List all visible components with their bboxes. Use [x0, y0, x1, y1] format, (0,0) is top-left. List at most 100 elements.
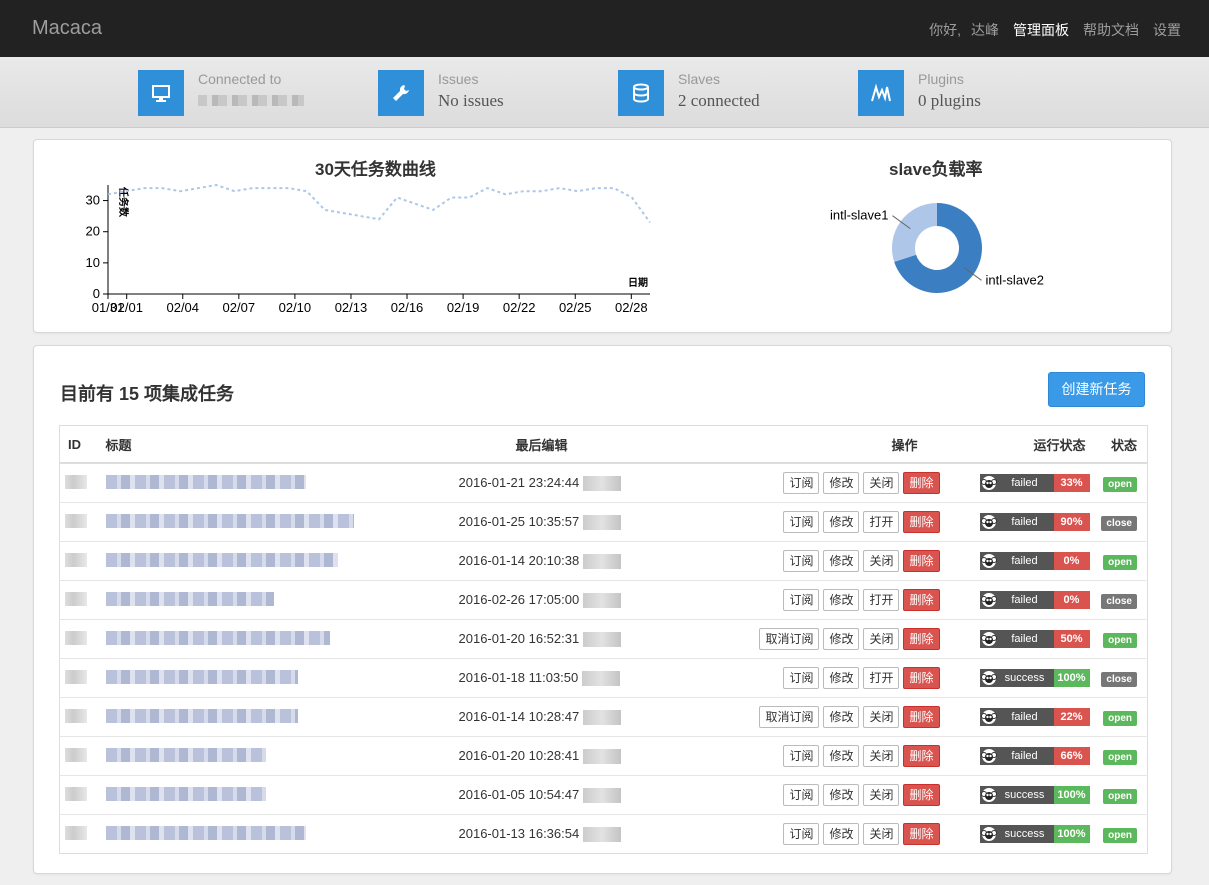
col-header-id[interactable]: ID: [59, 425, 102, 464]
task-actions: 订阅 修改 关闭 删除: [691, 814, 940, 854]
delete-button[interactable]: 删除: [903, 745, 940, 767]
delete-button[interactable]: 删除: [903, 667, 940, 689]
task-id: [59, 502, 102, 542]
nav-link-docs[interactable]: 帮助文档: [1083, 20, 1139, 40]
subscribe-button[interactable]: 取消订阅: [759, 706, 820, 728]
status-badge[interactable]: open: [1103, 476, 1137, 492]
task-title-link[interactable]: [101, 619, 402, 659]
status-badge[interactable]: close: [1101, 671, 1137, 687]
run-status-badge[interactable]: failed 66%: [979, 747, 1090, 765]
edit-button[interactable]: 修改: [823, 550, 860, 572]
col-header-status[interactable]: 状态: [1089, 425, 1148, 464]
delete-button[interactable]: 删除: [903, 550, 940, 572]
status-badge[interactable]: close: [1101, 515, 1137, 531]
table-row[interactable]: 2016-01-21 23:24:44 订阅 修改 关闭 删除 failed 33% open: [59, 462, 1148, 503]
brand-logo[interactable]: Macaca: [32, 17, 102, 40]
subscribe-button[interactable]: 订阅: [783, 472, 820, 494]
delete-button[interactable]: 删除: [903, 823, 940, 845]
task-status: open: [1089, 619, 1148, 659]
table-row[interactable]: 2016-01-05 10:54:47 订阅 修改 关闭 删除 success 100% op…: [59, 775, 1148, 815]
col-header-title[interactable]: 标题: [101, 425, 402, 464]
table-row[interactable]: 2016-02-26 17:05:00 订阅 修改 打开 删除 failed 0% close: [59, 580, 1148, 620]
run-status-badge[interactable]: success 100%: [979, 825, 1090, 843]
edit-button[interactable]: 修改: [823, 511, 860, 533]
monkey-icon: [980, 669, 998, 687]
task-title-link[interactable]: [101, 736, 402, 776]
edit-button[interactable]: 修改: [823, 628, 860, 650]
run-status-badge[interactable]: failed 0%: [979, 552, 1090, 570]
delete-button[interactable]: 删除: [903, 628, 940, 650]
task-title-link[interactable]: [101, 502, 402, 542]
run-status-badge[interactable]: failed 0%: [979, 591, 1090, 609]
table-row[interactable]: 2016-01-14 10:28:47 取消订阅 修改 关闭 删除 failed 22% op…: [59, 697, 1148, 737]
toggle-button[interactable]: 关闭: [863, 823, 900, 845]
run-status-badge[interactable]: failed 33%: [979, 474, 1090, 492]
subscribe-button[interactable]: 订阅: [783, 667, 820, 689]
toggle-button[interactable]: 关闭: [863, 550, 900, 572]
task-title-link[interactable]: [101, 814, 402, 854]
create-task-button[interactable]: 创建新任务: [1048, 372, 1145, 407]
task-title-link[interactable]: [101, 697, 402, 737]
status-badge[interactable]: open: [1103, 788, 1137, 804]
toggle-button[interactable]: 打开: [863, 667, 900, 689]
col-header-last-edit[interactable]: 最后编辑: [401, 425, 692, 464]
task-title-link[interactable]: [101, 541, 402, 581]
edit-button[interactable]: 修改: [823, 823, 860, 845]
task-title-link[interactable]: [101, 775, 402, 815]
subscribe-button[interactable]: 订阅: [783, 784, 820, 806]
table-row[interactable]: 2016-01-13 16:36:54 订阅 修改 关闭 删除 success 100% op…: [59, 814, 1148, 854]
delete-button[interactable]: 删除: [903, 784, 940, 806]
toggle-button[interactable]: 打开: [863, 511, 900, 533]
table-row[interactable]: 2016-01-20 16:52:31 取消订阅 修改 关闭 删除 failed 50% op…: [59, 619, 1148, 659]
edit-button[interactable]: 修改: [823, 706, 860, 728]
task-last-edit: 2016-01-14 10:28:47: [401, 697, 692, 737]
task-edit-date: 2016-01-18 11:03:50: [458, 669, 579, 685]
delete-button[interactable]: 删除: [903, 706, 940, 728]
subscribe-button[interactable]: 订阅: [783, 550, 820, 572]
status-badge[interactable]: close: [1101, 593, 1137, 609]
status-badge[interactable]: open: [1103, 710, 1137, 726]
edit-button[interactable]: 修改: [823, 784, 860, 806]
status-badge[interactable]: open: [1103, 632, 1137, 648]
delete-button[interactable]: 删除: [903, 589, 940, 611]
subscribe-button[interactable]: 订阅: [783, 823, 820, 845]
edit-button[interactable]: 修改: [823, 667, 860, 689]
run-status-badge[interactable]: success 100%: [979, 669, 1090, 687]
run-status-badge[interactable]: failed 22%: [979, 708, 1090, 726]
nav-link-settings[interactable]: 设置: [1153, 20, 1181, 40]
delete-button[interactable]: 删除: [903, 511, 940, 533]
table-row[interactable]: 2016-01-14 20:10:38 订阅 修改 关闭 删除 failed 0% open: [59, 541, 1148, 581]
toggle-button[interactable]: 关闭: [863, 784, 900, 806]
task-title-link[interactable]: [101, 462, 402, 503]
user-link[interactable]: 达峰: [971, 20, 999, 40]
subscribe-button[interactable]: 订阅: [783, 745, 820, 767]
table-row[interactable]: 2016-01-20 10:28:41 订阅 修改 关闭 删除 failed 66% open: [59, 736, 1148, 776]
toggle-button[interactable]: 关闭: [863, 706, 900, 728]
edit-button[interactable]: 修改: [823, 745, 860, 767]
edit-button[interactable]: 修改: [823, 589, 860, 611]
run-status-badge[interactable]: success 100%: [979, 786, 1090, 804]
col-header-run-status[interactable]: 运行状态: [939, 425, 1090, 464]
status-badge[interactable]: open: [1103, 554, 1137, 570]
table-row[interactable]: 2016-01-25 10:35:57 订阅 修改 打开 删除 failed 90% clos…: [59, 502, 1148, 542]
task-last-edit: 2016-01-20 10:28:41: [401, 736, 692, 776]
toggle-button[interactable]: 打开: [863, 589, 900, 611]
run-status-badge[interactable]: failed 50%: [979, 630, 1090, 648]
task-title-link[interactable]: [101, 658, 402, 698]
run-status-badge[interactable]: failed 90%: [979, 513, 1090, 531]
toggle-button[interactable]: 关闭: [863, 628, 900, 650]
edit-button[interactable]: 修改: [823, 472, 860, 494]
toggle-button[interactable]: 关闭: [863, 745, 900, 767]
table-row[interactable]: 2016-01-18 11:03:50 订阅 修改 打开 删除 success 100% cl…: [59, 658, 1148, 698]
subscribe-button[interactable]: 订阅: [783, 511, 820, 533]
toggle-button[interactable]: 关闭: [863, 472, 900, 494]
subscribe-button[interactable]: 订阅: [783, 589, 820, 611]
slice-intl-slave1: [891, 203, 937, 262]
subscribe-button[interactable]: 取消订阅: [759, 628, 820, 650]
task-title-link[interactable]: [101, 580, 402, 620]
nav-link-dashboard[interactable]: 管理面板: [1013, 20, 1069, 40]
status-badge[interactable]: open: [1103, 749, 1137, 765]
run-result: success: [1004, 672, 1045, 684]
status-badge[interactable]: open: [1103, 827, 1137, 843]
delete-button[interactable]: 删除: [903, 472, 940, 494]
